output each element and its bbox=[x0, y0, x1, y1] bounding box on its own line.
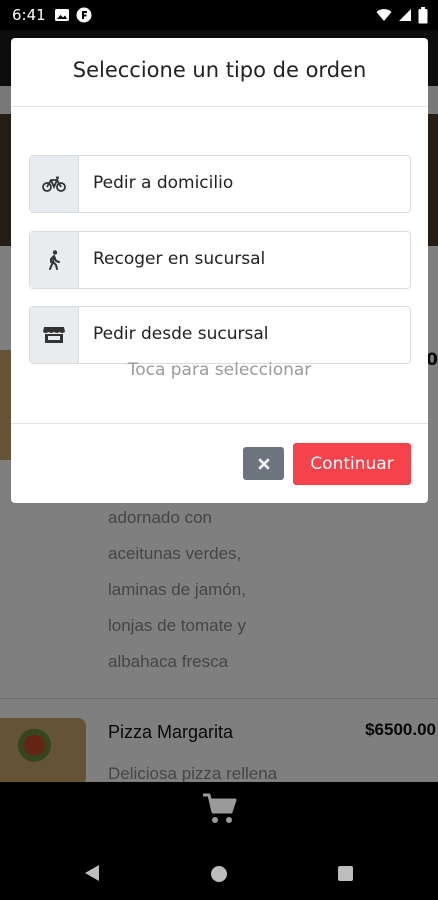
close-icon bbox=[258, 458, 269, 469]
selection-hint: Toca para seleccionar bbox=[127, 360, 312, 380]
status-bar: 6:41 bbox=[0, 0, 438, 30]
bottom-bar bbox=[0, 782, 438, 842]
option-pickup[interactable]: Recoger en sucursal bbox=[29, 231, 411, 289]
order-type-modal: Seleccione un tipo de orden Pedir a domi… bbox=[11, 38, 428, 503]
system-nav-bar bbox=[0, 842, 438, 900]
option-icon-box bbox=[30, 232, 79, 288]
recent-apps-icon[interactable] bbox=[338, 866, 353, 881]
wifi-icon bbox=[376, 9, 392, 21]
close-button[interactable] bbox=[243, 447, 284, 480]
bicycle-icon bbox=[42, 176, 66, 192]
cart-icon[interactable] bbox=[202, 792, 238, 826]
continue-button[interactable]: Continuar bbox=[293, 443, 411, 485]
modal-title: Seleccione un tipo de orden bbox=[72, 58, 367, 82]
option-delivery[interactable]: Pedir a domicilio bbox=[29, 155, 411, 213]
app-screen: $0 adornado con aceitunas verdes, lamina… bbox=[0, 30, 438, 782]
battery-icon bbox=[418, 6, 428, 23]
option-label: Pedir desde sucursal bbox=[93, 324, 269, 344]
gallery-icon bbox=[55, 9, 69, 21]
signal-icon bbox=[399, 9, 411, 21]
option-icon-box bbox=[30, 156, 79, 212]
option-icon-box bbox=[30, 307, 79, 363]
option-label: Pedir a domicilio bbox=[93, 173, 234, 193]
divider bbox=[11, 423, 428, 424]
divider bbox=[11, 106, 428, 107]
app-f-icon bbox=[76, 7, 92, 23]
home-icon[interactable] bbox=[211, 866, 227, 882]
option-label: Recoger en sucursal bbox=[93, 249, 266, 269]
status-time: 6:41 bbox=[12, 6, 46, 24]
store-icon bbox=[43, 327, 65, 343]
back-icon[interactable] bbox=[84, 864, 100, 882]
walking-icon bbox=[49, 250, 60, 270]
option-in-store[interactable]: Pedir desde sucursal bbox=[29, 306, 411, 364]
